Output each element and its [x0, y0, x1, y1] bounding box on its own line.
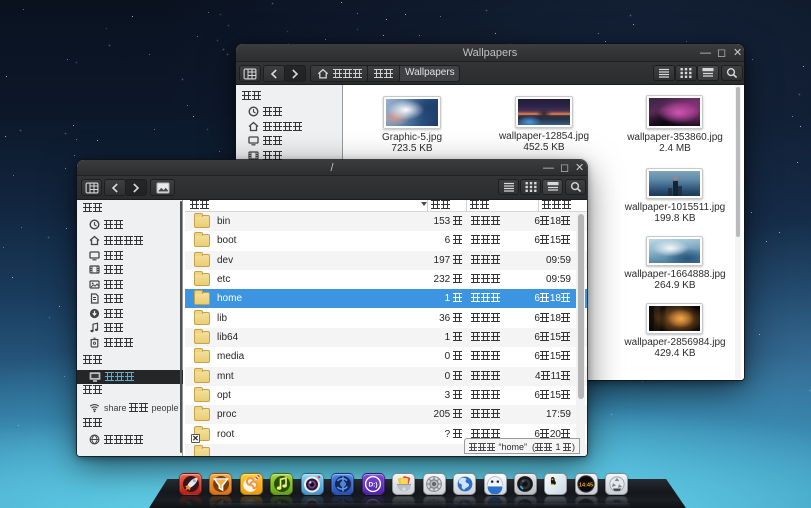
svg-text:14:45: 14:45	[579, 482, 593, 488]
svg-text:D:): D:)	[369, 482, 378, 489]
